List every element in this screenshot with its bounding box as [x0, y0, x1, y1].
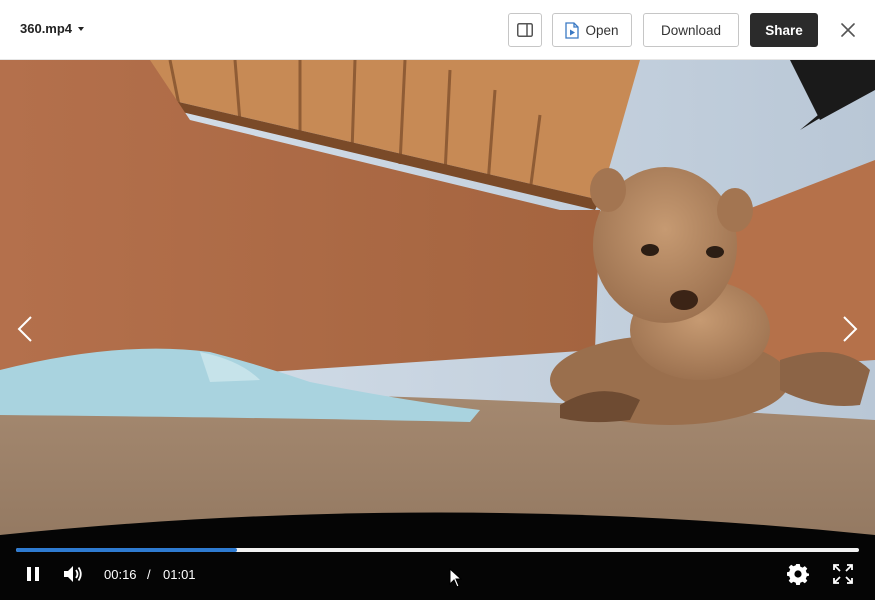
share-button-label: Share: [765, 22, 803, 38]
gear-icon: [787, 564, 809, 585]
download-button[interactable]: Download: [643, 13, 739, 47]
duration: 01:01: [163, 567, 196, 582]
header-bar: 360.mp4 Open Download Share: [0, 0, 875, 60]
previous-file-button[interactable]: [11, 312, 39, 346]
pause-icon: [27, 567, 39, 581]
volume-button[interactable]: [61, 563, 85, 585]
video-frame[interactable]: 00:16 / 01:01: [0, 60, 875, 600]
settings-button[interactable]: [786, 562, 810, 586]
fullscreen-button[interactable]: [831, 562, 855, 586]
open-button-label: Open: [585, 22, 619, 38]
chevron-left-icon: [17, 316, 32, 342]
current-time: 00:16: [104, 567, 137, 582]
close-icon: [841, 23, 855, 37]
toggle-side-panel-button[interactable]: [508, 13, 542, 47]
close-button[interactable]: [838, 20, 858, 40]
download-button-label: Download: [660, 22, 722, 38]
time-separator: /: [147, 567, 151, 582]
seek-bar[interactable]: [16, 548, 859, 552]
mouse-cursor-icon: [449, 568, 463, 588]
seek-bar-progress: [16, 548, 237, 552]
share-button[interactable]: Share: [750, 13, 818, 47]
next-file-button[interactable]: [836, 312, 864, 346]
fullscreen-icon: [833, 564, 853, 584]
side-panel-icon: [517, 23, 533, 37]
chevron-down-icon: [78, 26, 85, 31]
chevron-right-icon: [843, 316, 858, 342]
pause-button[interactable]: [22, 563, 44, 585]
video-scene-image: [0, 60, 875, 600]
video-file-icon: [565, 21, 580, 39]
volume-icon: [64, 566, 82, 582]
video-viewer: 360.mp4 Open Download Share 00:16 / 01:0…: [0, 0, 875, 600]
file-name-dropdown[interactable]: 360.mp4: [20, 21, 85, 36]
open-button[interactable]: Open: [552, 13, 632, 47]
file-name: 360.mp4: [20, 21, 73, 36]
